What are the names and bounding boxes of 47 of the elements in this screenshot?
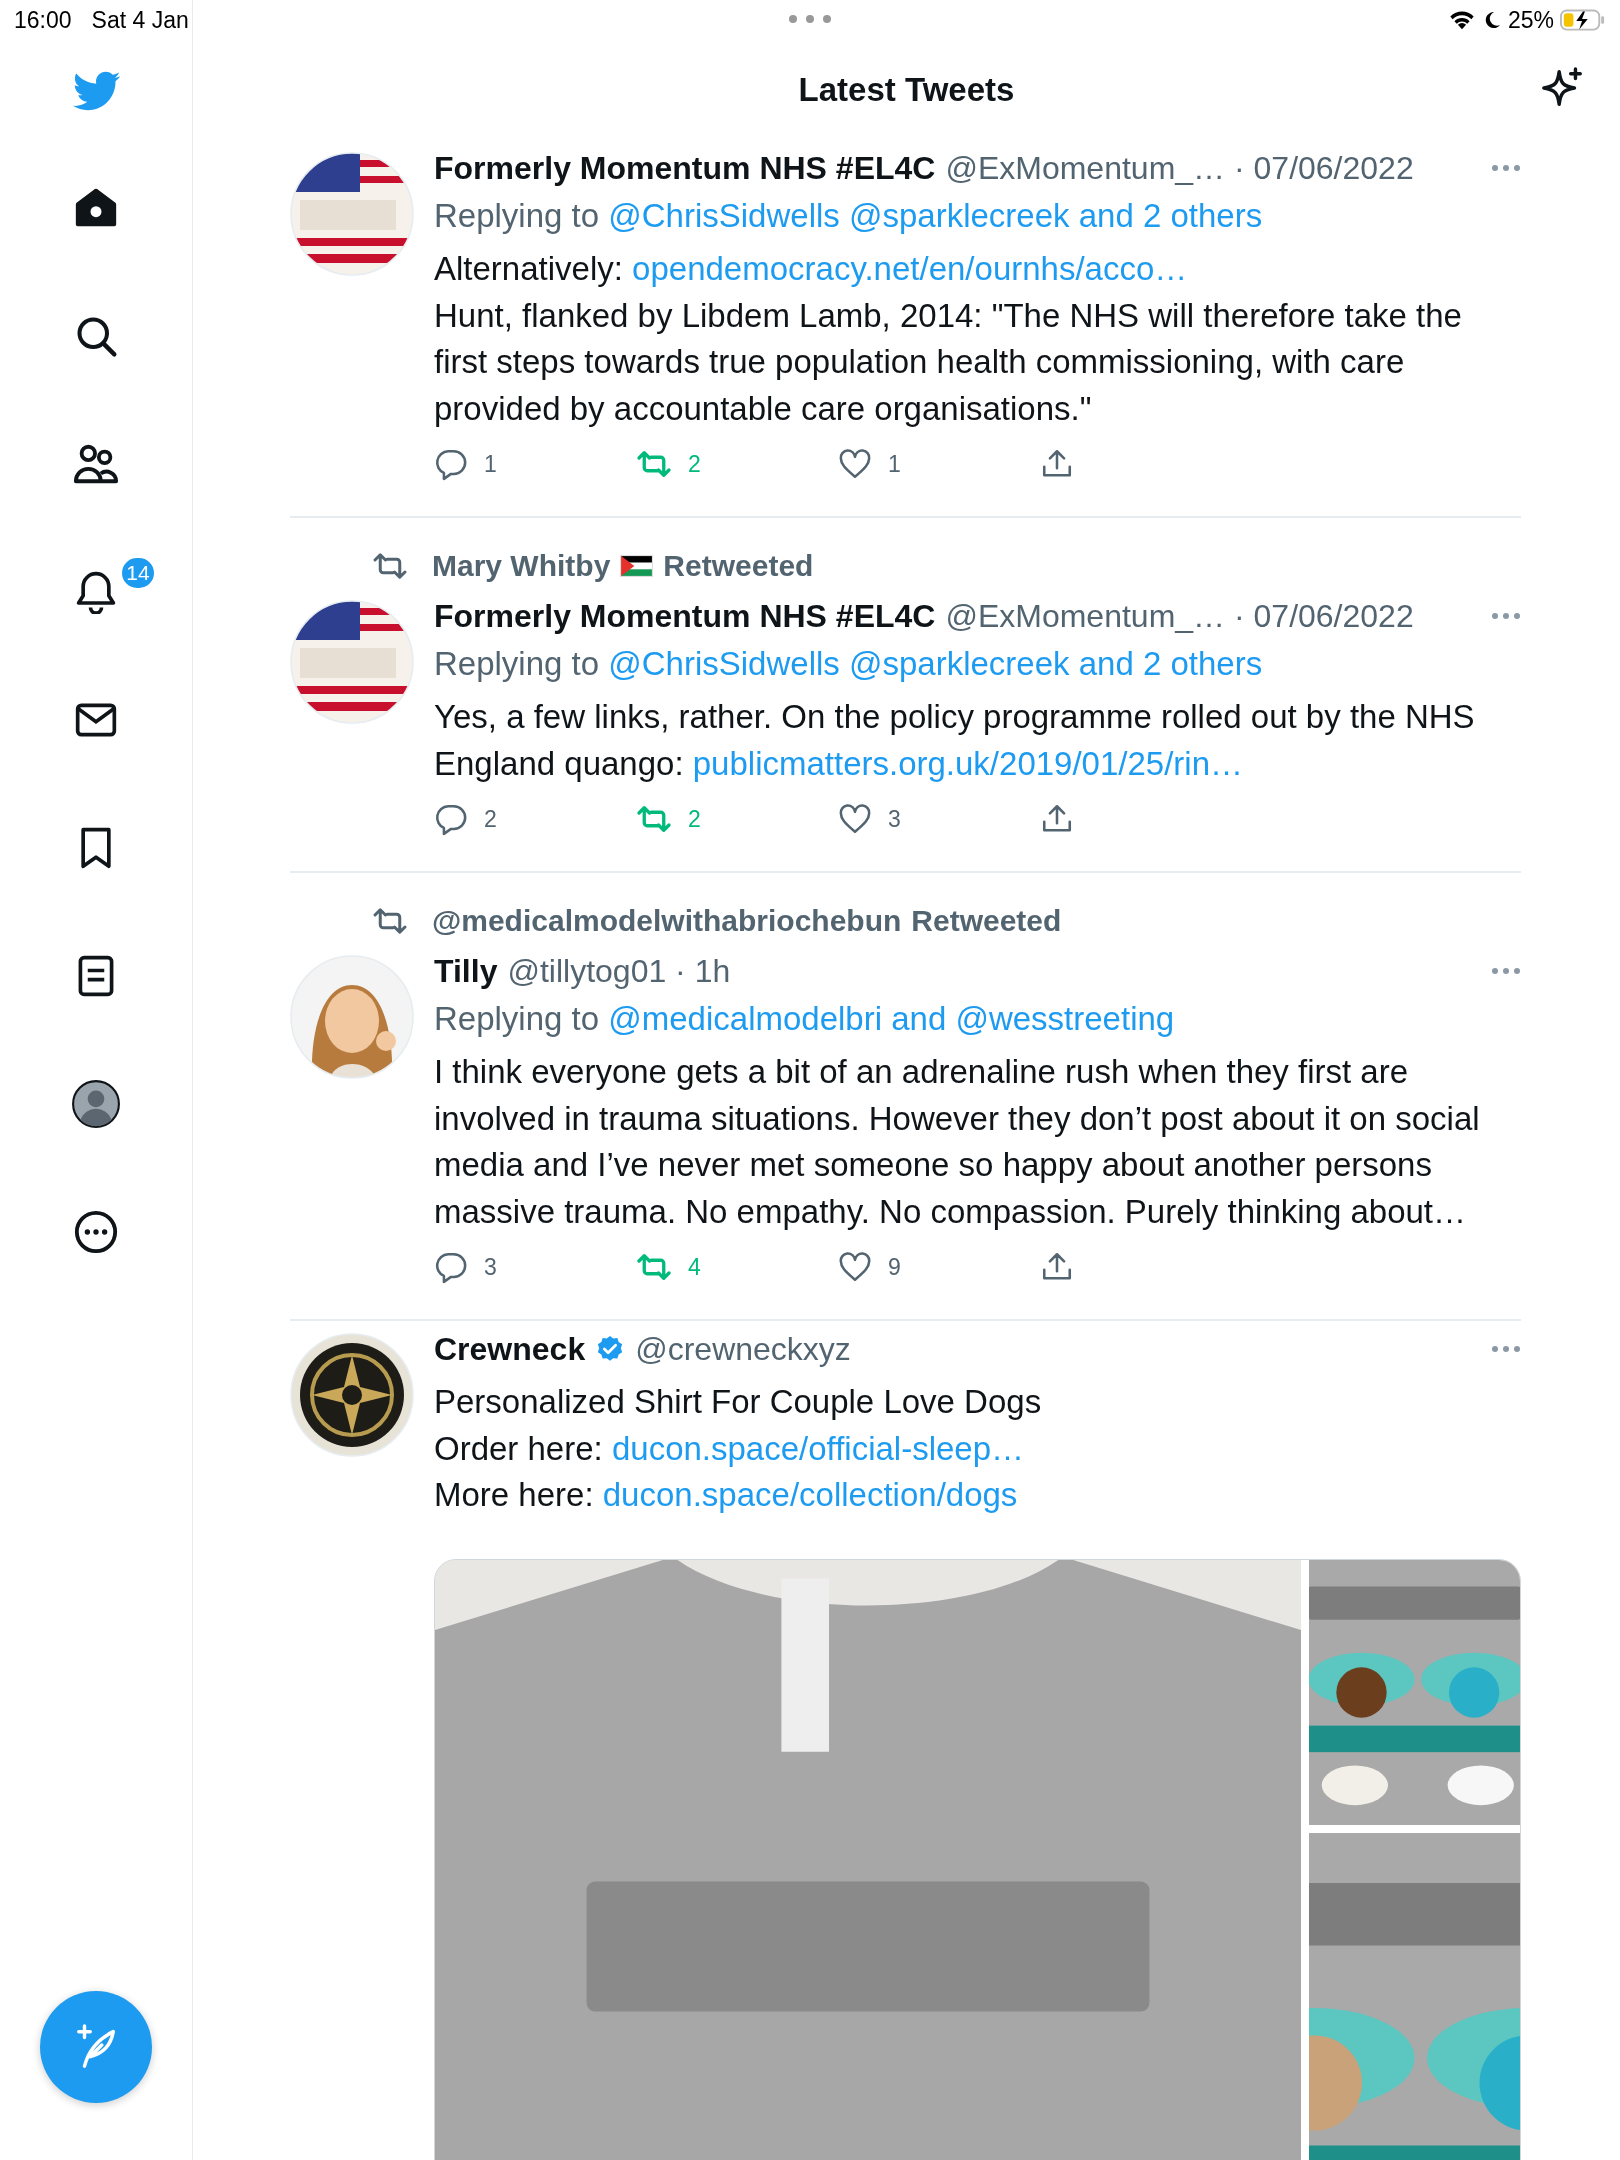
- retweeter-name[interactable]: Mary Whitby: [432, 549, 611, 583]
- more-options-icon[interactable]: [1491, 1345, 1521, 1353]
- like-button[interactable]: 3: [838, 801, 1040, 837]
- more-options-icon[interactable]: [1491, 967, 1521, 975]
- handle-and-time: @ExMomentum_… · 07/06/2022: [945, 149, 1414, 187]
- tweet-text: Alternatively: opendemocracy.net/en/ournhs/acco…: [434, 249, 1189, 289]
- more-options-icon[interactable]: [1491, 164, 1521, 172]
- author-name[interactable]: Tilly: [434, 952, 498, 990]
- tweet-text: Hunt, flanked by Libdem Lamb, 2014: "The NHS will therefore take the first steps towards true population health commissioning, with care provided by accountable care organisations.": [434, 295, 1463, 429]
- retweeter-name[interactable]: @medicalmodelwithabriochebun: [432, 904, 902, 938]
- reply-context: Replying to @medicalmodelbri and @wesstreeting: [434, 999, 1176, 1039]
- notification-badge: 14: [120, 556, 156, 590]
- tweet-text: Yes, a few links, rather. On the policy programme rolled out by the NHS England quango: publicmatters.org.uk/2019/01/25/rin…: [434, 697, 1476, 784]
- tweet-text: Order here: ducon.space/official-sleep…: [434, 1428, 1026, 1469]
- reply-context: Replying to @ChrisSidwells @sparklecreek and 2 others: [434, 644, 1264, 684]
- tweet-text: Personalized Shirt For Couple Love Dogs: [434, 1382, 1043, 1422]
- page-title: Latest Tweets: [798, 70, 1015, 110]
- handle-and-time: @tillytog01 · 1h: [507, 952, 731, 990]
- reply-button[interactable]: 1: [434, 446, 636, 482]
- battery-charging-icon: [1560, 8, 1606, 32]
- heart-icon: [838, 802, 872, 836]
- author-name[interactable]: Crewneck: [434, 1330, 586, 1368]
- tweet-text: I think everyone gets a bit of an adrenaline rush when they first are involved in trauma situations. However they don’t post about it on social media and I’ve never met someone so happy about another persons massive trauma. No empathy. No compassion. Purely thinking about…: [434, 1052, 1481, 1232]
- speech-bubble-icon: [434, 1250, 468, 1284]
- clock-time: 16:00: [14, 6, 72, 34]
- compose-tweet-button[interactable]: [40, 1991, 152, 2103]
- author-name[interactable]: Formerly Momentum NHS #EL4C: [434, 597, 936, 635]
- heart-icon: [838, 1250, 872, 1284]
- wifi-icon: [1447, 9, 1476, 31]
- more-options-icon[interactable]: [1491, 612, 1521, 620]
- handle-and-time: @crewneckxyz: [635, 1330, 851, 1368]
- multitasking-icon[interactable]: [788, 14, 832, 24]
- date: Sat 4 Jan: [91, 6, 189, 34]
- reply-button[interactable]: 3: [434, 1249, 636, 1285]
- like-button[interactable]: 1: [838, 446, 1040, 482]
- author-name[interactable]: Formerly Momentum NHS #EL4C: [434, 149, 936, 187]
- retweeted-label: Retweeted: [663, 549, 814, 583]
- battery-percentage: 25%: [1507, 6, 1554, 34]
- tweet-text: More here: ducon.space/collection/dogs: [434, 1475, 1019, 1515]
- speech-bubble-icon: [434, 802, 468, 836]
- handle-and-time: @ExMomentum_… · 07/06/2022: [945, 597, 1414, 635]
- heart-icon: [838, 447, 872, 481]
- like-button[interactable]: 9: [838, 1249, 1040, 1285]
- reply-button[interactable]: 2: [434, 801, 636, 837]
- retweeted-label: Retweeted: [911, 904, 1062, 938]
- speech-bubble-icon: [434, 447, 468, 481]
- reply-context: Replying to @ChrisSidwells @sparklecreek and 2 others: [434, 196, 1264, 236]
